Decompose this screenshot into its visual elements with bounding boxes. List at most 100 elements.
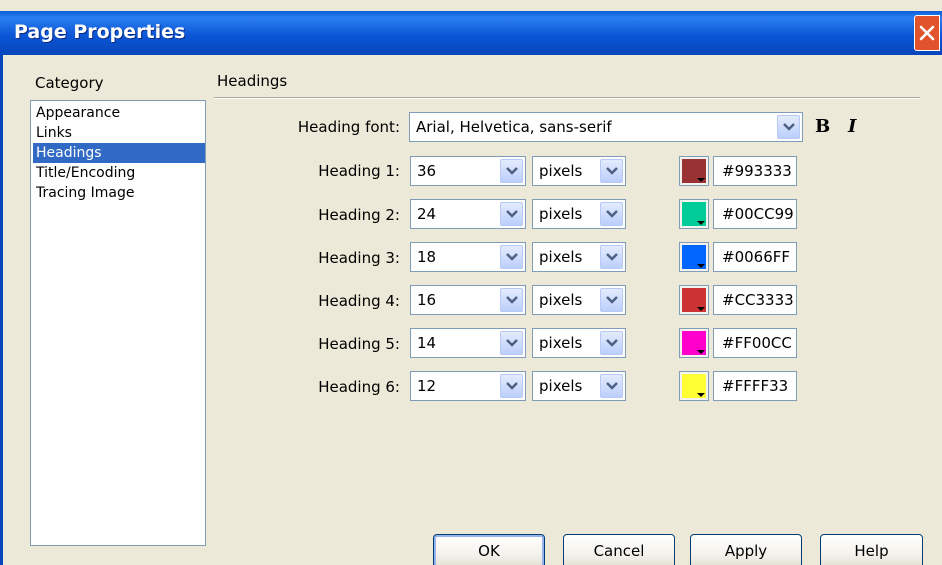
chevron-down-icon <box>783 123 795 131</box>
category-item-tracing-image[interactable]: Tracing Image <box>33 183 205 203</box>
heading-6-color-field[interactable]: #FFFF33 <box>713 371 797 401</box>
heading-4-unit-value: pixels <box>539 291 583 309</box>
heading-1-unit-select[interactable]: pixels <box>532 156 626 186</box>
chevron-down-icon <box>506 167 518 175</box>
title-bar[interactable]: Page Properties <box>0 11 942 55</box>
heading-2-color-picker[interactable] <box>679 199 709 229</box>
heading-6-unit-value: pixels <box>539 377 583 395</box>
dropdown-arrow-icon <box>697 264 705 268</box>
heading-font-label: Heading font: <box>297 118 400 136</box>
dropdown-arrow-icon <box>697 221 705 225</box>
category-header: Category <box>35 74 104 92</box>
close-icon <box>919 25 935 41</box>
heading-1-color-value: #993333 <box>722 162 792 180</box>
category-item-title-encoding[interactable]: Title/Encoding <box>33 163 205 183</box>
heading-5-size-select[interactable]: 14 <box>410 328 526 358</box>
heading-5-color-field[interactable]: #FF00CC <box>713 328 797 358</box>
heading-1-size-dropdown-button[interactable] <box>500 159 523 183</box>
bold-button[interactable]: B <box>815 116 830 137</box>
chevron-down-icon <box>506 382 518 390</box>
heading-2-color-value: #00CC99 <box>722 205 794 223</box>
chevron-down-icon <box>506 253 518 261</box>
heading-1-color-field[interactable]: #993333 <box>713 156 797 186</box>
chevron-down-icon <box>506 210 518 218</box>
heading-5-unit-select[interactable]: pixels <box>532 328 626 358</box>
heading-4-size-value: 16 <box>417 291 437 309</box>
heading-5-label: Heading 5: <box>318 335 400 353</box>
window-frame-edge <box>0 55 3 565</box>
heading-3-color-field[interactable]: #0066FF <box>713 242 797 272</box>
heading-3-label: Heading 3: <box>318 249 400 267</box>
heading-1-unit-dropdown-button[interactable] <box>600 159 623 183</box>
heading-1-size-value: 36 <box>417 162 437 180</box>
chevron-down-icon <box>606 253 618 261</box>
section-divider <box>214 97 920 99</box>
heading-4-size-select[interactable]: 16 <box>410 285 526 315</box>
heading-2-unit-dropdown-button[interactable] <box>600 202 623 226</box>
heading-3-unit-select[interactable]: pixels <box>532 242 626 272</box>
heading-6-unit-select[interactable]: pixels <box>532 371 626 401</box>
category-list[interactable]: Appearance Links Headings Title/Encoding… <box>30 100 206 546</box>
chevron-down-icon <box>506 339 518 347</box>
dropdown-arrow-icon <box>697 350 705 354</box>
heading-4-color-field[interactable]: #CC3333 <box>713 285 797 315</box>
heading-6-unit-dropdown-button[interactable] <box>600 374 623 398</box>
heading-2-size-dropdown-button[interactable] <box>500 202 523 226</box>
heading-6-size-value: 12 <box>417 377 437 395</box>
heading-font-dropdown-button[interactable] <box>777 115 800 139</box>
heading-1-color-picker[interactable] <box>679 156 709 186</box>
heading-2-unit-value: pixels <box>539 205 583 223</box>
heading-2-size-value: 24 <box>417 205 437 223</box>
help-button[interactable]: Help <box>820 534 923 565</box>
heading-4-color-picker[interactable] <box>679 285 709 315</box>
heading-2-unit-select[interactable]: pixels <box>532 199 626 229</box>
heading-5-color-picker[interactable] <box>679 328 709 358</box>
heading-6-size-dropdown-button[interactable] <box>500 374 523 398</box>
heading-2-label: Heading 2: <box>318 206 400 224</box>
italic-button[interactable]: I <box>848 116 856 137</box>
cancel-button[interactable]: Cancel <box>563 534 675 565</box>
heading-4-color-value: #CC3333 <box>722 291 794 309</box>
heading-4-label: Heading 4: <box>318 292 400 310</box>
chevron-down-icon <box>606 339 618 347</box>
heading-4-unit-dropdown-button[interactable] <box>600 288 623 312</box>
heading-1-size-select[interactable]: 36 <box>410 156 526 186</box>
heading-1-label: Heading 1: <box>318 162 400 180</box>
dropdown-arrow-icon <box>697 178 705 182</box>
heading-3-size-dropdown-button[interactable] <box>500 245 523 269</box>
category-item-headings[interactable]: Headings <box>33 143 205 163</box>
heading-5-size-dropdown-button[interactable] <box>500 331 523 355</box>
heading-6-size-select[interactable]: 12 <box>410 371 526 401</box>
apply-button[interactable]: Apply <box>690 534 802 565</box>
heading-5-unit-dropdown-button[interactable] <box>600 331 623 355</box>
heading-2-color-field[interactable]: #00CC99 <box>713 199 797 229</box>
heading-3-unit-dropdown-button[interactable] <box>600 245 623 269</box>
category-item-links[interactable]: Links <box>33 123 205 143</box>
heading-3-size-select[interactable]: 18 <box>410 242 526 272</box>
category-item-appearance[interactable]: Appearance <box>33 103 205 123</box>
dropdown-arrow-icon <box>697 307 705 311</box>
section-title: Headings <box>217 72 288 90</box>
heading-4-unit-select[interactable]: pixels <box>532 285 626 315</box>
window-title: Page Properties <box>14 21 186 43</box>
dropdown-arrow-icon <box>697 393 705 397</box>
heading-5-size-value: 14 <box>417 334 437 352</box>
heading-5-color-value: #FF00CC <box>722 334 792 352</box>
page-properties-dialog: Page Properties Category Headings Appear… <box>0 0 942 565</box>
heading-6-color-picker[interactable] <box>679 371 709 401</box>
chevron-down-icon <box>606 296 618 304</box>
heading-3-color-picker[interactable] <box>679 242 709 272</box>
heading-font-value: Arial, Helvetica, sans-serif <box>416 118 612 136</box>
heading-4-size-dropdown-button[interactable] <box>500 288 523 312</box>
close-button[interactable] <box>914 15 940 51</box>
heading-6-label: Heading 6: <box>318 378 400 396</box>
heading-6-color-value: #FFFF33 <box>722 377 789 395</box>
ok-button[interactable]: OK <box>433 534 545 565</box>
heading-2-size-select[interactable]: 24 <box>410 199 526 229</box>
chevron-down-icon <box>606 210 618 218</box>
heading-font-select[interactable]: Arial, Helvetica, sans-serif <box>409 112 803 142</box>
chevron-down-icon <box>606 382 618 390</box>
heading-3-unit-value: pixels <box>539 248 583 266</box>
heading-5-unit-value: pixels <box>539 334 583 352</box>
heading-1-unit-value: pixels <box>539 162 583 180</box>
